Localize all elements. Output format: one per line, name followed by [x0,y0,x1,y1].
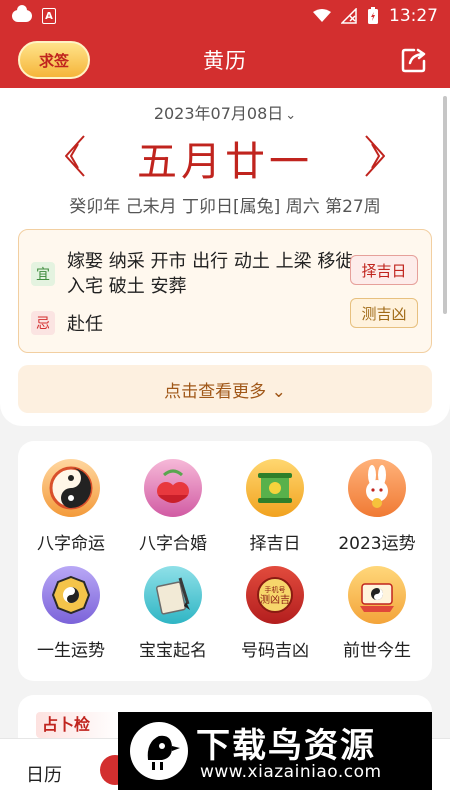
brush-book-icon [144,566,202,624]
grid-label: 2023运势 [338,534,416,554]
yiji-box: 宜 嫁娶 纳采 开市 出行 动土 上梁 移徙 入宅 破土 安葬 忌 赴任 择吉日… [18,229,432,353]
wifi-icon [313,9,331,22]
cloud-icon [12,5,32,22]
grid-label: 八字合婚 [139,534,207,554]
grid-label: 八字命运 [37,534,105,554]
prev-day-icon[interactable] [62,134,88,178]
solar-date: 2023年07月08日 [153,104,284,123]
chevron-down-icon: ⌄ [285,108,297,123]
grid-item-bazi-hehun[interactable]: 八字合婚 [123,459,223,569]
grid-label: 择吉日 [249,534,301,554]
page-title: 黄历 [203,49,247,73]
bird-logo-icon [130,722,188,780]
phone-number-icon: 手机号 测凶吉 [246,566,304,624]
tab-calendar[interactable]: 日历 [26,761,62,787]
watermark-title: 下载鸟资源 [196,726,376,766]
yi-tag: 宜 [31,262,55,286]
view-more-button[interactable]: 点击查看更多 ⌄ [18,365,432,413]
bagua-icon [42,566,100,624]
grid-item-bazi-mingyun[interactable]: 八字命运 [21,459,121,569]
qiuqian-label: 求签 [38,51,69,70]
svg-text:手机号: 手机号 [265,585,286,594]
status-bar: A 13:27 [0,0,450,32]
next-day-icon[interactable] [362,134,388,178]
grid-label: 一生运势 [37,641,105,661]
grid-item-2023-yunshi[interactable]: 2023运势 [327,459,427,569]
zejiri-button[interactable]: 择吉日 [350,255,418,285]
grid-item-zejiri[interactable]: 择吉日 [225,459,325,569]
grid-item-baobao-qiming[interactable]: 宝宝起名 [123,566,223,676]
bazi-mingyun-icon [42,459,100,517]
grid-item-qianshi-jinsheng[interactable]: 前世今生 [327,566,427,676]
lunar-row: 五月廿一 [0,128,450,188]
rabbit-icon [348,459,406,517]
date-picker[interactable]: 2023年07月08日 ⌄ [0,100,450,124]
lunar-date: 五月廿一 [137,139,313,185]
feature-grid: 八字命运 八字合婚 择吉日 2023运势 一生运势 宝宝起名 手机号 测凶吉 号… [18,441,432,681]
app-bar: 求签 黄历 [0,32,450,88]
qiuqian-button[interactable]: 求签 [18,41,90,79]
status-time: 13:27 [389,6,438,26]
view-more-label: 点击查看更多 ⌄ [164,381,286,402]
cejixiong-button[interactable]: 测吉凶 [350,298,418,328]
grid-label: 宝宝起名 [139,641,207,661]
bazi-hehun-icon [144,459,202,517]
divination-banner: 占卜检 [36,712,120,738]
watermark-overlay: 下载鸟资源 www.xiazainiao.com [118,712,432,790]
grid-label: 号码吉凶 [241,641,309,661]
share-icon[interactable] [400,46,428,74]
notification-a-icon: A [42,8,56,24]
scrollbar[interactable] [443,96,447,314]
watermark-url: www.xiazainiao.com [200,762,382,782]
grid-label: 前世今生 [343,641,411,661]
ganzhi-line: 癸卯年 己未月 丁卯日[属兔] 周六 第27周 [69,197,381,217]
zejiri-scroll-icon [246,459,304,517]
grid-item-haoma-jixiong[interactable]: 手机号 测凶吉 号码吉凶 [225,566,325,676]
no-signal-icon [341,8,357,24]
past-life-icon [348,566,406,624]
svg-text:测凶吉: 测凶吉 [260,593,290,606]
ji-text: 赴任 [67,314,103,335]
battery-charging-icon [368,7,378,24]
grid-item-yisheng-yunshi[interactable]: 一生运势 [21,566,121,676]
ji-tag: 忌 [31,311,55,335]
yi-text: 嫁娶 纳采 开市 出行 动土 上梁 移徙 入宅 破土 安葬 [67,251,354,297]
